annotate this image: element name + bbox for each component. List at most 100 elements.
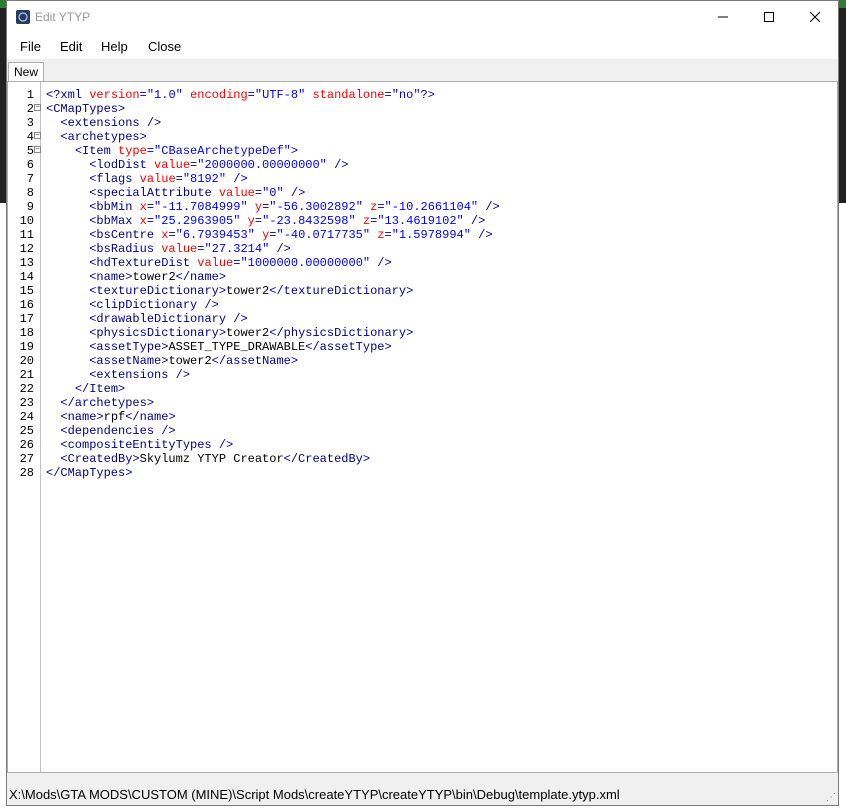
maximize-button[interactable] [746,1,792,33]
close-icon [810,12,820,22]
code-text: <physicsDictionary>tower2</physicsDictio… [89,326,414,340]
code-text: <dependencies /> [60,424,176,438]
code-text: <assetType>ASSET_TYPE_DRAWABLE</assetTyp… [89,340,392,354]
line-number: 20 [19,354,34,368]
status-bar: X:\Mods\GTA MODS\CUSTOM (MINE)\Script Mo… [7,781,838,805]
code-text: <bbMax x="25.2963905" y="-23.8432598" z=… [89,214,486,228]
code-line[interactable]: 18 <physicsDictionary>tower2</physicsDic… [8,326,837,340]
fold-toggle-icon[interactable]: − [34,104,41,112]
line-number: 13 [19,256,34,270]
code-line[interactable]: 27 <CreatedBy>Skylumz YTYP Creator</Crea… [8,452,837,466]
code-line[interactable]: 16 <clipDictionary /> [8,298,837,312]
line-number: 3 [26,116,34,130]
code-text: <drawableDictionary /> [89,312,248,326]
line-number: 6 [26,158,34,172]
code-text: <CMapTypes> [46,102,126,116]
menu-bar: File Edit Help Close [7,33,838,59]
tab-strip: New [7,59,838,82]
tab-new[interactable]: New [8,62,44,82]
code-line[interactable]: 3 <extensions /> [8,116,837,130]
code-line[interactable]: 8 <specialAttribute value="0" /> [8,186,837,200]
menu-edit[interactable]: Edit [60,39,82,54]
code-text: <extensions /> [89,368,191,382]
code-line[interactable]: 9 <bbMin x="-11.7084999" y="-56.3002892"… [8,200,837,214]
code-line[interactable]: 12 <bsRadius value="27.3214" /> [8,242,837,256]
line-number: 23 [19,396,34,410]
maximize-icon [764,12,774,22]
code-line[interactable]: 26 <compositeEntityTypes /> [8,438,837,452]
code-text: <name>tower2</name> [89,270,227,284]
code-line[interactable]: 7 <flags value="8192" /> [8,172,837,186]
code-line[interactable]: 20 <assetName>tower2</assetName> [8,354,837,368]
line-number: 16 [19,298,34,312]
code-line[interactable]: 1 <?xml version="1.0" encoding="UTF-8" st… [8,88,837,102]
code-line[interactable]: 14 <name>tower2</name> [8,270,837,284]
code-text: <bsCentre x="6.7939453" y="-40.0717735" … [89,228,493,242]
code-line[interactable]: 28 </CMapTypes> [8,466,837,480]
line-number: 24 [19,410,34,424]
line-number: 21 [19,368,34,382]
code-text: <bbMin x="-11.7084999" y="-56.3002892" z… [89,200,500,214]
line-number: 22 [19,382,34,396]
line-number: 19 [19,340,34,354]
menu-help[interactable]: Help [101,39,128,54]
line-number: 14 [19,270,34,284]
code-text: </CMapTypes> [46,466,133,480]
xml-editor[interactable]: 1 <?xml version="1.0" encoding="UTF-8" st… [7,81,838,773]
code-line[interactable]: 25 <dependencies /> [8,424,837,438]
code-line[interactable]: 19 <assetType>ASSET_TYPE_DRAWABLE</asset… [8,340,837,354]
line-number: 7 [26,172,34,186]
code-line[interactable]: 2− <CMapTypes> [8,102,837,116]
menu-file[interactable]: File [20,39,41,54]
code-line[interactable]: 24 <name>rpf</name> [8,410,837,424]
file-path: X:\Mods\GTA MODS\CUSTOM (MINE)\Script Mo… [9,787,620,802]
line-number: 18 [19,326,34,340]
code-text: </Item> [74,382,126,396]
edit-ytyp-window: Edit YTYP File Edit Help Close New 1 <?xm… [6,0,839,806]
code-text: <lodDist value="2000000.00000000" /> [89,158,349,172]
code-line[interactable]: 15 <textureDictionary>tower2</textureDic… [8,284,837,298]
line-number: 2 [26,102,34,116]
code-text: <Item type="CBaseArchetypeDef"> [74,144,299,158]
line-number: 8 [26,186,34,200]
code-text: <specialAttribute value="0" /> [89,186,306,200]
code-text: <flags value="8192" /> [89,172,248,186]
code-text: <CreatedBy>Skylumz YTYP Creator</Created… [60,452,371,466]
code-line[interactable]: 10 <bbMax x="25.2963905" y="-23.8432598"… [8,214,837,228]
line-number: 1 [26,88,34,102]
code-text: <?xml version="1.0" encoding="UTF-8" sta… [46,88,435,102]
app-icon [16,10,30,24]
code-line[interactable]: 6 <lodDist value="2000000.00000000" /> [8,158,837,172]
code-text: </archetypes> [60,396,155,410]
code-text: <archetypes> [60,130,147,144]
code-text: <extensions /> [60,116,162,130]
code-line[interactable]: 13 <hdTextureDist value="1000000.0000000… [8,256,837,270]
fold-toggle-icon[interactable]: − [34,146,41,154]
code-line[interactable]: 5− <Item type="CBaseArchetypeDef"> [8,144,837,158]
menu-close[interactable]: Close [148,39,181,54]
code-line[interactable]: 4− <archetypes> [8,130,837,144]
code-text: <bsRadius value="27.3214" /> [89,242,291,256]
minimize-button[interactable] [700,1,746,33]
code-text: <hdTextureDist value="1000000.00000000" … [89,256,392,270]
line-number: 15 [19,284,34,298]
line-number: 17 [19,312,34,326]
code-line[interactable]: 17 <drawableDictionary /> [8,312,837,326]
minimize-icon [718,16,728,18]
window-title: Edit YTYP [35,10,91,24]
line-number: 9 [26,200,34,214]
close-window-button[interactable] [792,1,838,33]
line-number: 26 [19,438,34,452]
line-number: 12 [19,242,34,256]
resize-grip-icon[interactable]: ⋰ [826,792,836,803]
code-line[interactable]: 23 </archetypes> [8,396,837,410]
title-bar[interactable]: Edit YTYP [7,1,838,33]
line-number: 10 [19,214,34,228]
code-line[interactable]: 11 <bsCentre x="6.7939453" y="-40.071773… [8,228,837,242]
line-number: 27 [19,452,34,466]
code-line[interactable]: 22 </Item> [8,382,837,396]
line-number: 4 [26,130,34,144]
code-text: <assetName>tower2</assetName> [89,354,299,368]
fold-toggle-icon[interactable]: − [34,132,41,140]
code-line[interactable]: 21 <extensions /> [8,368,837,382]
